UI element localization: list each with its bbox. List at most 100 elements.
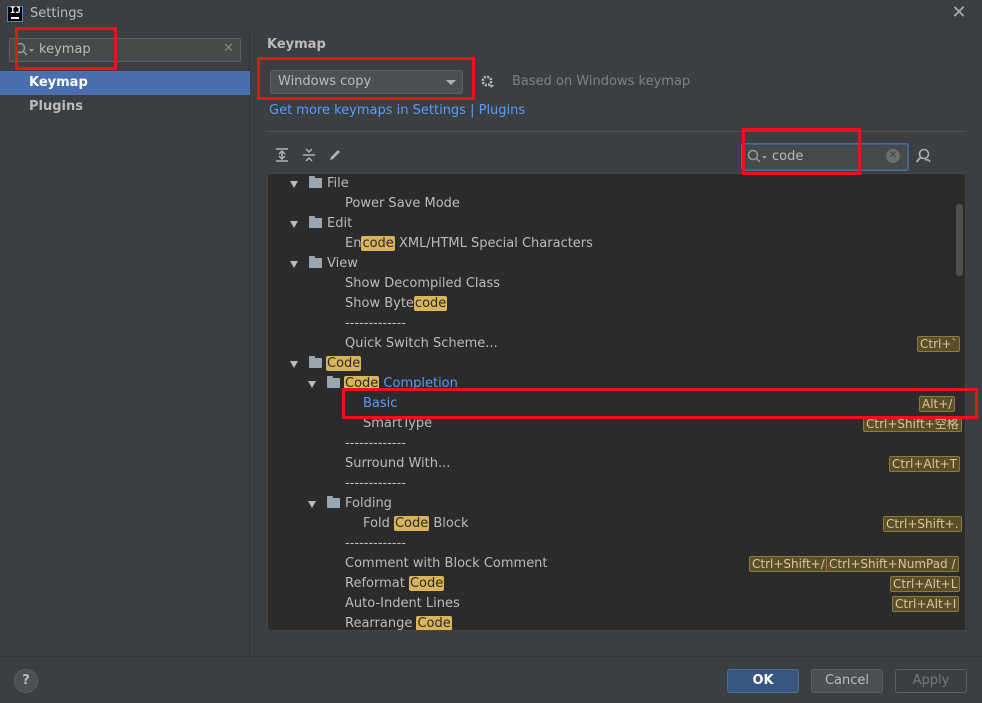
tree-node-label: Code Completion <box>344 376 458 391</box>
tree-action-row[interactable]: Show Decompiled Class <box>268 274 965 294</box>
shortcut-badge: Ctrl+Shift+NumPad / <box>826 556 959 572</box>
tree-action-label: SmartType <box>363 416 433 431</box>
tree-action-row-basic[interactable]: Basic Alt+/ <box>268 394 965 414</box>
separator-label: ------------- <box>345 436 406 451</box>
tree-action-label: Power Save Mode <box>345 196 460 211</box>
shortcut-badge: Ctrl+` <box>917 336 961 352</box>
tree-action-row[interactable]: Surround With... Ctrl+Alt+T <box>268 454 965 474</box>
tree-action-row[interactable]: SmartType Ctrl+Shift+空格 <box>268 414 965 434</box>
cancel-button[interactable]: Cancel <box>811 669 883 693</box>
close-icon[interactable]: ✕ <box>951 4 967 22</box>
shortcut-badge: Ctrl+Alt+L <box>890 576 961 592</box>
tree-action-row[interactable]: Power Save Mode <box>268 194 965 214</box>
find-by-shortcut-icon[interactable] <box>915 148 933 164</box>
search-icon[interactable] <box>14 42 36 58</box>
dialog-footer: ? OK Cancel Apply <box>0 656 982 703</box>
folder-icon <box>309 176 322 188</box>
tree-separator: ------------- <box>268 534 965 554</box>
search-icon[interactable] <box>747 149 769 165</box>
tree-node-view[interactable]: View <box>268 254 965 274</box>
apply-button[interactable]: Apply <box>895 669 967 693</box>
expand-triangle-icon[interactable] <box>308 501 316 508</box>
tree-action-row[interactable]: Fold Code Block Ctrl+Shift+. <box>268 514 965 534</box>
tree-separator: ------------- <box>268 474 965 494</box>
tree-action-row[interactable]: Comment with Block Comment Ctrl+Shift+/ … <box>268 554 965 574</box>
tree-action-row[interactable]: Quick Switch Scheme... Ctrl+` <box>268 334 965 354</box>
tree-action-label: Rearrange Code <box>345 616 452 631</box>
tree-node-code[interactable]: Code <box>268 354 965 374</box>
folder-icon <box>309 216 322 228</box>
tree-node-label: Code <box>326 356 362 371</box>
tree-action-row[interactable]: Auto-Indent Lines Ctrl+Alt+I <box>268 594 965 614</box>
folder-icon <box>327 376 340 388</box>
tree-action-label: Comment with Block Comment <box>345 556 548 571</box>
shortcut-badge: Ctrl+Shift+/ <box>749 556 828 572</box>
keymap-tree[interactable]: File Power Save Mode Edit Encode XML/HTM… <box>267 173 966 631</box>
expand-triangle-icon[interactable] <box>290 261 298 268</box>
tree-action-label: Show Decompiled Class <box>345 276 501 291</box>
title-bar: IJ Settings ✕ <box>0 0 982 30</box>
tree-action-row[interactable]: Show Bytecode <box>268 294 965 314</box>
tree-node-edit[interactable]: Edit <box>268 214 965 234</box>
tree-action-label: Reformat Code <box>345 576 445 591</box>
help-button[interactable]: ? <box>14 669 38 693</box>
clear-icon[interactable]: ✕ <box>886 149 900 163</box>
chevron-down-icon <box>446 80 456 85</box>
folder-icon <box>309 256 322 268</box>
window-title: Settings <box>30 6 84 21</box>
tree-scrollbar[interactable] <box>956 204 963 276</box>
separator-label: ------------- <box>345 316 406 331</box>
keymap-panel: Keymap Windows copy Based on Windows key… <box>251 30 982 656</box>
shortcut-badge: Ctrl+Shift+. <box>883 516 962 532</box>
tree-node-file[interactable]: File <box>268 174 965 194</box>
tree-separator: ------------- <box>268 314 965 334</box>
settings-search-value: keymap <box>39 42 91 57</box>
tree-node-label: Folding <box>345 496 392 511</box>
shortcut-badge: Ctrl+Alt+I <box>892 596 960 612</box>
expand-all-icon[interactable] <box>275 148 289 162</box>
shortcut-badge: Alt+/ <box>919 396 956 412</box>
expand-triangle-icon[interactable] <box>290 221 298 228</box>
tree-node-code-completion[interactable]: Code Completion <box>268 374 965 394</box>
tree-action-label: Show Bytecode <box>345 296 448 311</box>
gear-icon[interactable] <box>479 73 495 89</box>
tree-action-row[interactable]: Encode XML/HTML Special Characters <box>268 234 965 254</box>
ok-button[interactable]: OK <box>727 669 799 693</box>
keymap-filter-value: code <box>772 149 804 164</box>
shortcut-badge: Ctrl+Alt+T <box>889 456 961 472</box>
keymap-select[interactable]: Windows copy <box>270 70 463 94</box>
page-title: Keymap <box>267 37 326 52</box>
folder-icon <box>309 356 322 368</box>
sidebar-item-plugins[interactable]: Plugins <box>0 95 250 119</box>
collapse-all-icon[interactable] <box>302 148 316 162</box>
tree-action-row[interactable]: Reformat Code Ctrl+Alt+L <box>268 574 965 594</box>
keymap-select-value: Windows copy <box>278 74 372 89</box>
tree-node-folding[interactable]: Folding <box>268 494 965 514</box>
tree-separator: ------------- <box>268 434 965 454</box>
expand-triangle-icon[interactable] <box>290 361 298 368</box>
get-more-keymaps-link[interactable]: Get more keymaps in Settings | Plugins <box>269 103 525 118</box>
tree-action-label: Basic <box>363 396 398 411</box>
divider <box>267 131 965 132</box>
tree-action-row[interactable]: Rearrange Code <box>268 614 965 631</box>
sidebar-item-keymap[interactable]: Keymap <box>0 71 250 95</box>
settings-search-input[interactable]: keymap ✕ <box>9 38 241 62</box>
tree-action-label: Surround With... <box>345 456 451 471</box>
intellij-idea-icon: IJ <box>7 6 23 22</box>
tree-action-label: Quick Switch Scheme... <box>345 336 498 351</box>
expand-triangle-icon[interactable] <box>308 381 316 388</box>
clear-icon[interactable]: ✕ <box>223 41 234 56</box>
separator-label: ------------- <box>345 476 406 491</box>
tree-action-label: Auto-Indent Lines <box>345 596 460 611</box>
shortcut-badge: Ctrl+Shift+空格 <box>863 416 962 432</box>
based-on-label: Based on Windows keymap <box>512 74 691 89</box>
expand-triangle-icon[interactable] <box>290 181 298 188</box>
edit-icon[interactable] <box>328 148 342 162</box>
tree-action-label: Encode XML/HTML Special Characters <box>345 236 593 251</box>
settings-sidebar: keymap ✕ Keymap Plugins <box>0 30 250 656</box>
tree-node-label: Edit <box>327 216 353 231</box>
tree-node-label: File <box>327 176 349 191</box>
tree-node-label: View <box>327 256 358 271</box>
keymap-filter-input[interactable]: code ✕ <box>742 144 908 170</box>
separator-label: ------------- <box>345 536 406 551</box>
